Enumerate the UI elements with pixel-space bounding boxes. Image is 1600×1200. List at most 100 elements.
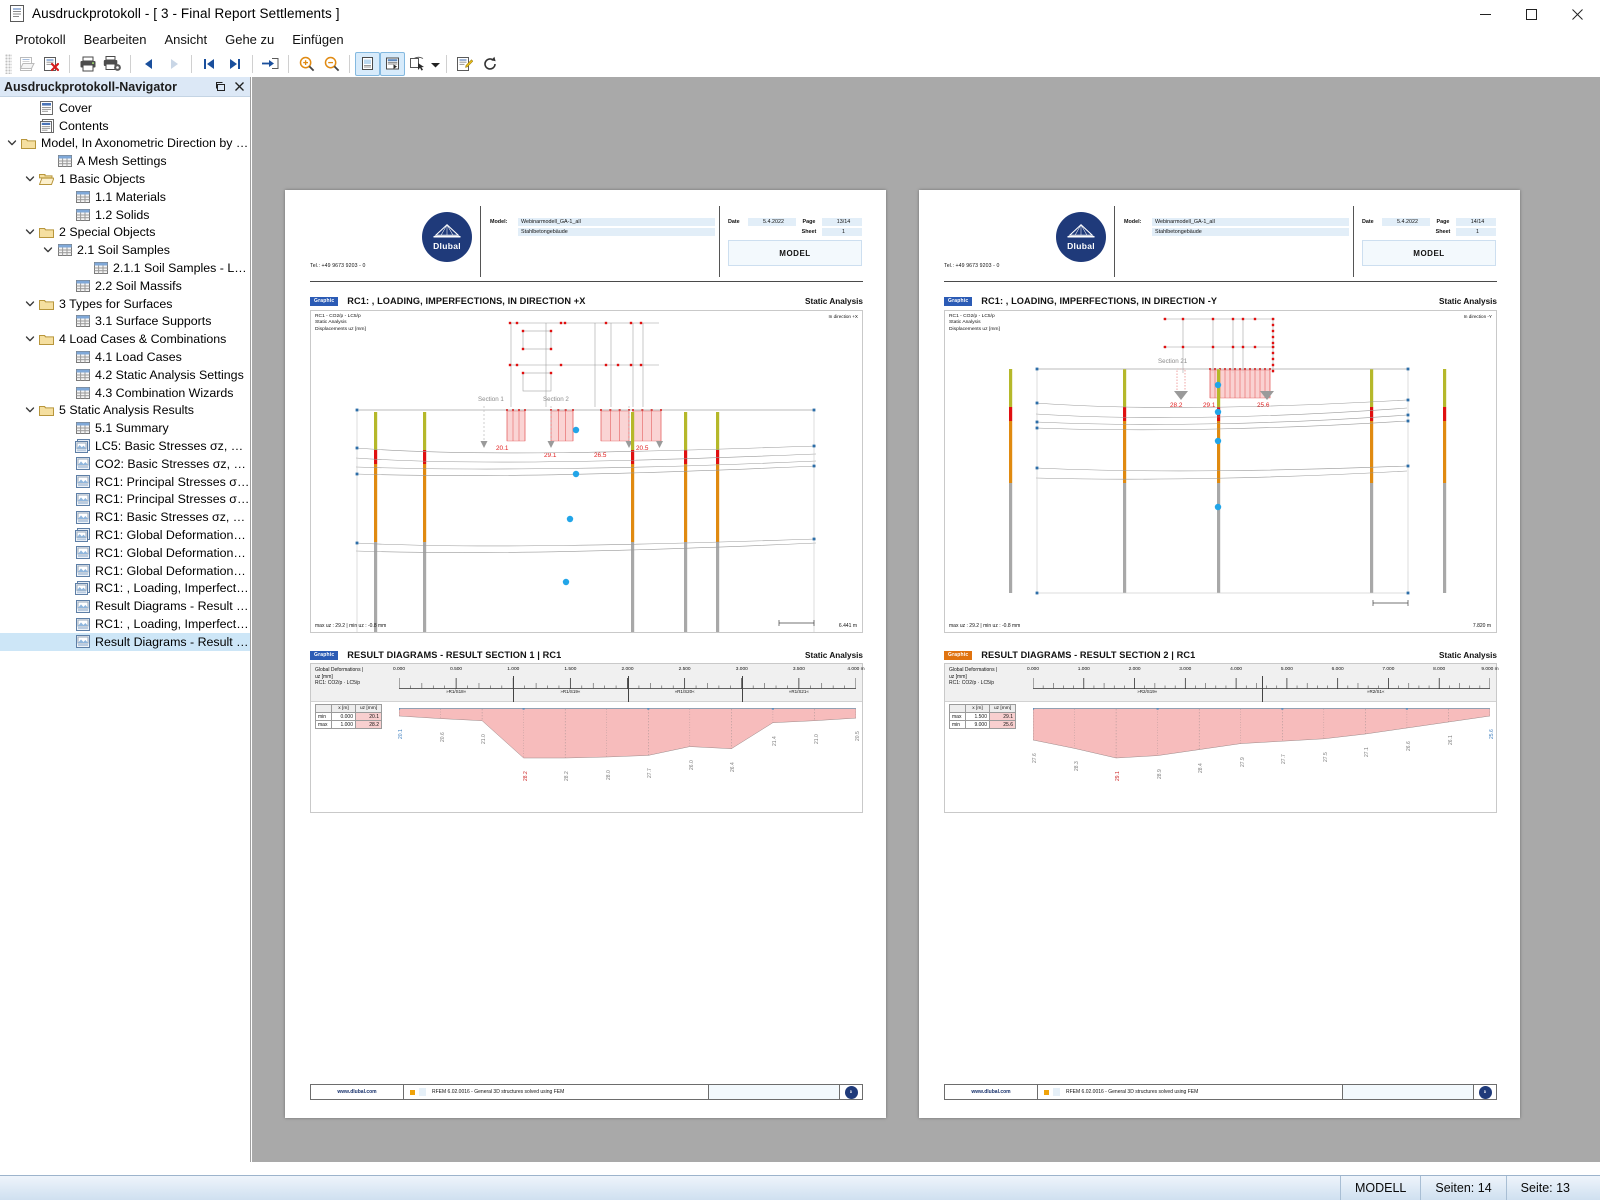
tree-item[interactable]: 1 Basic Objects — [0, 170, 250, 188]
point-value-label: 26.1 — [1447, 735, 1454, 745]
chevron-down-icon[interactable] — [22, 295, 38, 312]
menu-gehe-zu[interactable]: Gehe zu — [216, 30, 283, 49]
first-page-button[interactable] — [197, 52, 222, 76]
print-button[interactable] — [75, 52, 100, 76]
tree-item[interactable]: RC1: , Loading, Imperfections, I... — [0, 580, 250, 598]
tree-item[interactable]: CO2: Basic Stresses σz, Loading, ··· — [0, 455, 250, 473]
tree-item[interactable]: A Mesh Settings — [0, 152, 250, 170]
tree-item[interactable]: 4 Load Cases & Combinations — [0, 330, 250, 348]
selection-mode-button[interactable] — [405, 52, 430, 76]
tree-item-label: 4 Load Cases & Combinations — [59, 332, 227, 347]
next-page-button[interactable] — [161, 52, 186, 76]
graphic-icon — [74, 598, 91, 614]
single-page-view-button[interactable] — [355, 51, 380, 76]
tree-item[interactable]: 2.1.1 Soil Samples - Layers — [0, 259, 250, 277]
tree-item[interactable]: Cover — [0, 99, 250, 117]
document-viewport[interactable]: Tel.: +49 9673 9203 - 0 Dlubal Model: Webin… — [252, 77, 1600, 1162]
chevron-down-icon[interactable] — [22, 402, 38, 419]
resize-grip-icon[interactable] — [1584, 1176, 1600, 1200]
menu-ansicht[interactable]: Ansicht — [155, 30, 216, 49]
tree-item[interactable]: RC1: Global Deformations uz, Loa··· — [0, 562, 250, 580]
chevron-down-icon[interactable] — [4, 135, 20, 152]
tree-item[interactable]: RC1: Global Deformations uz, Loa··· — [0, 544, 250, 562]
tree-item[interactable]: 5.1 Summary — [0, 419, 250, 437]
two-page-view-button[interactable] — [380, 51, 405, 76]
maximize-button[interactable] — [1508, 0, 1554, 28]
chevron-down-icon[interactable] — [22, 224, 38, 241]
footer-field — [1343, 1085, 1473, 1099]
tree-item[interactable]: Model, In Axonometric Direction by Defau… — [0, 135, 250, 153]
footer-divider — [1037, 1085, 1038, 1099]
close-icon[interactable] — [231, 78, 248, 95]
model-desc-field[interactable]: Stahlbetongebäude — [518, 228, 715, 236]
tree-item[interactable]: 4.2 Static Analysis Settings — [0, 366, 250, 384]
tree-item[interactable]: RC1: , Loading, Imperfections, I... — [0, 615, 250, 633]
span-label: »R1/S20« — [674, 689, 695, 694]
span-label: »R1/S21« — [788, 689, 809, 694]
tree-item[interactable]: 5 Static Analysis Results — [0, 402, 250, 420]
tree-item[interactable]: LC5: Basic Stresses σz, Loading, I··· — [0, 437, 250, 455]
previous-page-button[interactable] — [136, 52, 161, 76]
close-button[interactable] — [1554, 0, 1600, 28]
result-diagram-block[interactable]: Global Deformations | uᴢ [mm] RC1: CO2/p ·… — [310, 663, 865, 813]
zoom-out-button[interactable] — [319, 52, 344, 76]
model-graphic-frame[interactable]: RC1 - CO2/p - LC5/p Static Analysis Displa… — [310, 310, 863, 633]
graphic-right-title: Static Analysis — [805, 296, 863, 306]
zoom-in-button[interactable] — [294, 52, 319, 76]
report-page-13[interactable]: Tel.: +49 9673 9203 - 0 Dlubal Model: Webin… — [285, 190, 886, 1118]
tree-item[interactable]: 4.1 Load Cases — [0, 348, 250, 366]
tree-item[interactable]: 1.1 Materials — [0, 188, 250, 206]
tree-item[interactable]: 3 Types for Surfaces — [0, 295, 250, 313]
status-page-current: Seite: 13 — [1505, 1175, 1584, 1200]
minimize-button[interactable] — [1462, 0, 1508, 28]
undock-icon[interactable] — [212, 78, 229, 95]
tree-item[interactable]: RC1: Principal Stresses σ123, Loa··· — [0, 491, 250, 509]
span-label: »R1/S18« — [446, 689, 467, 694]
toolbar-grip[interactable] — [5, 53, 12, 74]
tree-item[interactable]: 4.3 Combination Wizards — [0, 384, 250, 402]
chevron-down-icon[interactable] — [40, 242, 56, 259]
model-graphic-frame[interactable]: RC1 - CO2/p - LC5/p Static Analysis Displa… — [944, 310, 1497, 633]
model-desc-field[interactable]: Stahlbetongebäude — [1152, 228, 1349, 236]
tree-item[interactable]: 3.1 Surface Supports — [0, 313, 250, 331]
go-to-page-button[interactable] — [258, 52, 283, 76]
menu-protokoll[interactable]: Protokoll — [6, 30, 75, 49]
tree-item[interactable]: RC1: Global Deformations uz, Loa··· — [0, 526, 250, 544]
navigator-tree[interactable]: Cover Contents Model, In Axonometric Direc… — [0, 97, 250, 1160]
tree-item[interactable]: 2 Special Objects — [0, 224, 250, 242]
tree-item[interactable]: 1.2 Solids — [0, 206, 250, 224]
footer-url[interactable]: www.dlubal.com — [945, 1089, 1037, 1095]
refresh-button[interactable] — [477, 52, 502, 76]
model-name-field[interactable]: Webinarmodell_GA-1_all — [518, 218, 715, 226]
chevron-down-icon[interactable] — [22, 171, 38, 188]
header-divider — [719, 206, 721, 277]
report-page-14[interactable]: Tel.: +49 9673 9203 - 0 Dlubal Model: Webin… — [919, 190, 1520, 1118]
tree-item[interactable]: 2.1 Soil Samples — [0, 241, 250, 259]
chevron-down-icon[interactable] — [22, 331, 38, 348]
tree-item[interactable]: RC1: Basic Stresses σz, Loading, ··· — [0, 508, 250, 526]
edit-properties-button[interactable] — [452, 52, 477, 76]
tree-item[interactable]: 2.2 Soil Massifs — [0, 277, 250, 295]
tree-item[interactable]: RC1: Principal Stresses σ3, Loadin··· — [0, 473, 250, 491]
result-diagram-block[interactable]: Global Deformations | uᴢ [mm] RC1: CO2/p ·… — [944, 663, 1499, 813]
menu-bearbeiten[interactable]: Bearbeiten — [75, 30, 156, 49]
tree-item[interactable]: Result Diagrams - Result Section ... — [0, 632, 250, 651]
last-page-button[interactable] — [222, 52, 247, 76]
status-bar: MODELL Seiten: 14 Seite: 13 — [0, 1175, 1600, 1200]
toolbar-dropdown[interactable] — [430, 52, 441, 76]
footer-url[interactable]: www.dlubal.com — [311, 1089, 403, 1095]
open-report-button[interactable] — [14, 52, 39, 76]
menu-einfuegen[interactable]: Einfügen — [283, 30, 352, 49]
tree-item-label: LC5: Basic Stresses σz, Loading, I··· — [95, 439, 250, 454]
model-name-field[interactable]: Webinarmodell_GA-1_all — [1152, 218, 1349, 226]
delete-report-button[interactable] — [39, 52, 64, 76]
tree-item[interactable]: Result Diagrams - Result Section ... — [0, 597, 250, 615]
print-setup-button[interactable] — [100, 52, 125, 76]
tree-item[interactable]: Contents — [0, 117, 250, 135]
graphic-minmax: max uᴢ : 29.2 | min uᴢ : -0.8 mm — [949, 623, 1021, 629]
